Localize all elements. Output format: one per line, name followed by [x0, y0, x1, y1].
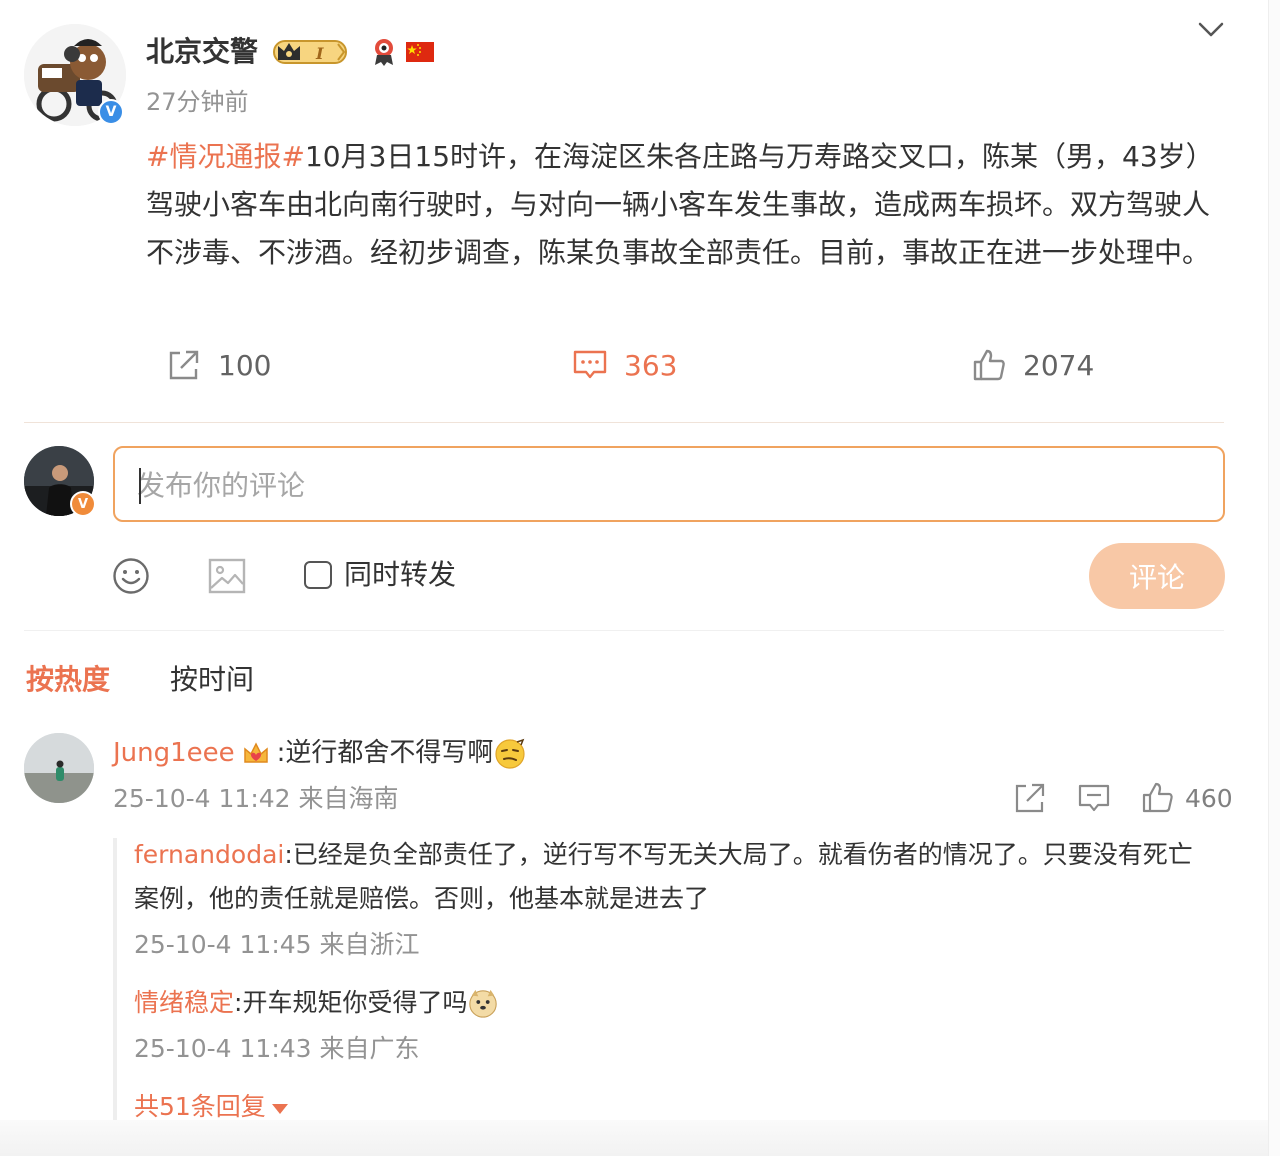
like-icon — [1142, 782, 1173, 813]
also-repost-checkbox[interactable] — [304, 561, 332, 589]
fan-crown-icon — [243, 742, 268, 763]
comment-line: Jung1eee :逆行都舍不得写啊 — [113, 733, 527, 773]
comment-count: 363 — [624, 348, 678, 382]
post-text: 10月3日15时许，在海淀区朱各庄路与万寿路交叉口，陈某（男，43岁）驾驶小客车… — [146, 140, 1214, 269]
tab-sort-time[interactable]: 按时间 — [170, 660, 254, 700]
text-caret — [139, 468, 141, 504]
repost-icon — [169, 350, 199, 380]
emoji-icon[interactable] — [112, 557, 150, 595]
medal-icon[interactable] — [370, 37, 398, 67]
vip-crown-icon[interactable]: I — [272, 38, 350, 66]
commenter-avatar[interactable] — [24, 733, 94, 803]
submit-comment-button[interactable]: 评论 — [1089, 543, 1225, 609]
comment-reply-button[interactable] — [1077, 780, 1111, 816]
comment-username[interactable]: Jung1eee — [113, 733, 235, 773]
comment-text: :逆行都舍不得写啊 — [276, 738, 494, 768]
user-verified-badge: V — [70, 491, 96, 517]
caret-down-icon — [271, 1104, 288, 1114]
comment-meta: 25-10-4 11:42 来自海南 — [113, 784, 399, 813]
comment-placeholder: 发布你的评论 — [137, 469, 306, 502]
reply-username[interactable]: fernandodai — [134, 840, 284, 869]
bottom-fade — [0, 1120, 1280, 1156]
divider — [24, 422, 1224, 423]
reply-text: :已经是负全部责任了，逆行写不写无关大局了。就看伤者的情况了。只要没有死亡案例，… — [134, 840, 1193, 913]
divider — [24, 630, 1224, 631]
reply-item: fernandodai:已经是负全部责任了，逆行写不写无关大局了。就看伤者的情况… — [134, 833, 1214, 921]
reply-meta: 25-10-4 11:45 来自浙江 — [134, 930, 420, 959]
repost-count: 100 — [218, 348, 272, 382]
china-flag-icon — [406, 42, 434, 62]
scrollbar[interactable] — [1268, 0, 1280, 1156]
reply-text: :开车规矩你受得了吗 — [234, 988, 468, 1017]
post-body: #情况通报#10月3日15时许，在海淀区朱各庄路与万寿路交叉口，陈某（男，43岁… — [146, 133, 1232, 277]
comment-icon — [573, 350, 607, 379]
image-icon[interactable] — [208, 557, 246, 595]
more-replies-link[interactable]: 共51条回复 — [134, 1090, 288, 1124]
comment-like-count: 460 — [1185, 783, 1233, 813]
reply-thread-bar — [113, 838, 117, 1120]
smug-emoji-icon — [495, 738, 526, 769]
also-repost-label[interactable]: 同时转发 — [344, 556, 456, 594]
post-time[interactable]: 27分钟前 — [146, 86, 249, 118]
tab-sort-hot[interactable]: 按热度 — [26, 660, 110, 700]
like-icon — [973, 349, 1005, 381]
like-count: 2074 — [1023, 348, 1095, 382]
doge-emoji-icon — [469, 989, 498, 1018]
reply-item: 情绪稳定:开车规矩你受得了吗 — [134, 981, 1214, 1025]
hashtag-link[interactable]: #情况通报# — [146, 140, 305, 173]
vip-level: I — [315, 44, 324, 63]
comment-repost-button[interactable] — [1013, 780, 1047, 816]
repost-icon — [1015, 783, 1045, 813]
repost-button[interactable]: 100 — [166, 345, 271, 385]
chevron-down-icon[interactable] — [1196, 18, 1226, 42]
reply-meta: 25-10-4 11:43 来自广东 — [134, 1034, 420, 1063]
comment-button[interactable]: 363 — [572, 345, 677, 385]
comment-input[interactable]: 发布你的评论 — [113, 446, 1225, 522]
comment-icon — [1078, 784, 1110, 812]
author-name[interactable]: 北京交警 — [146, 32, 258, 72]
reply-username[interactable]: 情绪稳定 — [134, 981, 234, 1025]
verified-badge: V — [98, 99, 124, 125]
more-replies-label: 共51条回复 — [134, 1092, 266, 1121]
comment-like-button[interactable]: 460 — [1141, 780, 1233, 816]
like-button[interactable]: 2074 — [971, 345, 1094, 385]
